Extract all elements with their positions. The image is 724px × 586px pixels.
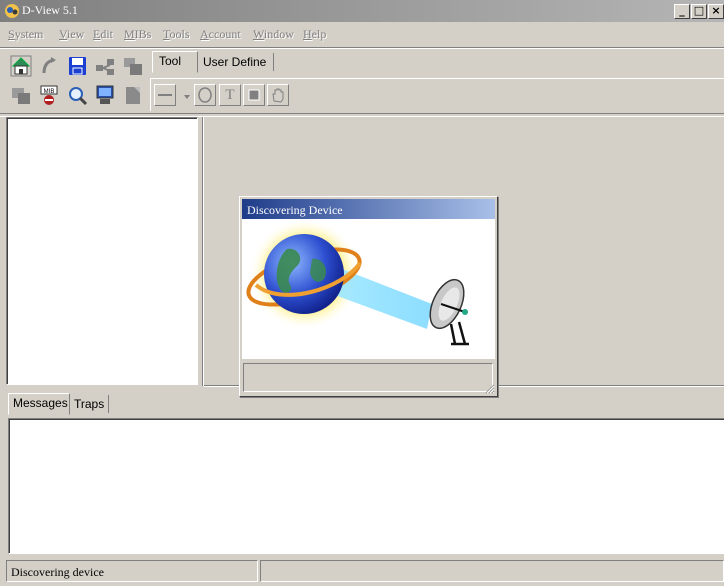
- cascade-button[interactable]: [122, 55, 144, 77]
- monitor-button[interactable]: [94, 84, 116, 106]
- ellipse-tool[interactable]: [194, 84, 216, 106]
- home-button[interactable]: [10, 55, 32, 77]
- save-icon: [69, 57, 86, 75]
- menu-tools[interactable]: Tools: [163, 27, 190, 42]
- resize-grip-icon[interactable]: [483, 382, 495, 394]
- maximize-icon[interactable]: □: [691, 4, 707, 19]
- window-controls: _ □ ×: [673, 4, 724, 19]
- refresh-button[interactable]: [38, 55, 60, 77]
- globe-satellite-illustration-icon: [246, 218, 469, 346]
- cascade-icon: [124, 58, 142, 75]
- line-icon: [158, 94, 172, 96]
- menu-view[interactable]: View: [59, 27, 84, 42]
- search-button[interactable]: [66, 84, 88, 106]
- app-logo-icon: [5, 4, 19, 18]
- d-view-window: D-View 5.1 _ □ × System View Edit MIBs T…: [0, 0, 724, 586]
- windows-icon: [12, 88, 30, 104]
- menu-system[interactable]: System: [8, 27, 43, 42]
- windows-button[interactable]: [10, 84, 32, 106]
- search-icon: [69, 87, 88, 106]
- menu-edit[interactable]: Edit: [93, 27, 113, 42]
- line-dropdown[interactable]: [176, 85, 190, 107]
- refresh-icon: [42, 57, 56, 74]
- dialog-illustration: [242, 218, 495, 359]
- toolbar-separator: [0, 47, 724, 49]
- network-icon: [96, 59, 114, 75]
- menu-bar: System View Edit MIBs Tools Account Wind…: [0, 24, 724, 44]
- status-secondary: [260, 560, 724, 582]
- hand-tool[interactable]: [267, 84, 289, 106]
- dialog-title: Discovering Device: [247, 203, 343, 217]
- window-title: D-View 5.1: [22, 3, 78, 17]
- hand-icon: [272, 88, 284, 103]
- menu-mibs[interactable]: MIBs: [124, 27, 151, 42]
- menu-account[interactable]: Account: [200, 27, 241, 42]
- mib-icon: MIB: [40, 85, 58, 105]
- monitor-icon: [96, 85, 114, 104]
- dialog-status-panel: [243, 363, 493, 392]
- line-tool[interactable]: [154, 84, 176, 106]
- menu-window[interactable]: Window: [253, 27, 294, 42]
- status-text: Discovering device: [6, 560, 258, 582]
- minimize-icon[interactable]: _: [674, 4, 690, 19]
- properties-button[interactable]: [122, 84, 144, 106]
- mib-label: MIB: [44, 89, 55, 95]
- network-button[interactable]: [94, 55, 116, 77]
- messages-pane[interactable]: [8, 418, 724, 554]
- close-icon[interactable]: ×: [708, 4, 724, 19]
- home-icon: [10, 55, 32, 77]
- text-tool-icon[interactable]: T: [219, 84, 241, 106]
- rectangle-tool[interactable]: [243, 84, 265, 106]
- tab-user-define[interactable]: User Define: [196, 53, 274, 71]
- rectangle-icon: [248, 89, 260, 101]
- save-button[interactable]: [66, 55, 88, 77]
- device-tree-pane[interactable]: [6, 117, 198, 385]
- tab-tool[interactable]: Tool: [152, 51, 198, 73]
- tab-messages[interactable]: Messages: [8, 393, 70, 415]
- tab-traps[interactable]: Traps: [70, 395, 109, 413]
- dialog-title-bar[interactable]: Discovering Device: [242, 199, 495, 219]
- menu-help[interactable]: Help: [303, 27, 326, 42]
- pane-splitter[interactable]: [202, 117, 204, 386]
- properties-icon: [126, 87, 140, 104]
- mib-button[interactable]: MIB: [38, 84, 60, 106]
- status-bar: Discovering device: [0, 560, 724, 586]
- ellipse-icon: [198, 87, 212, 103]
- discovering-device-dialog: Discovering Device: [239, 196, 498, 397]
- title-bar[interactable]: D-View 5.1 _ □ ×: [0, 0, 724, 22]
